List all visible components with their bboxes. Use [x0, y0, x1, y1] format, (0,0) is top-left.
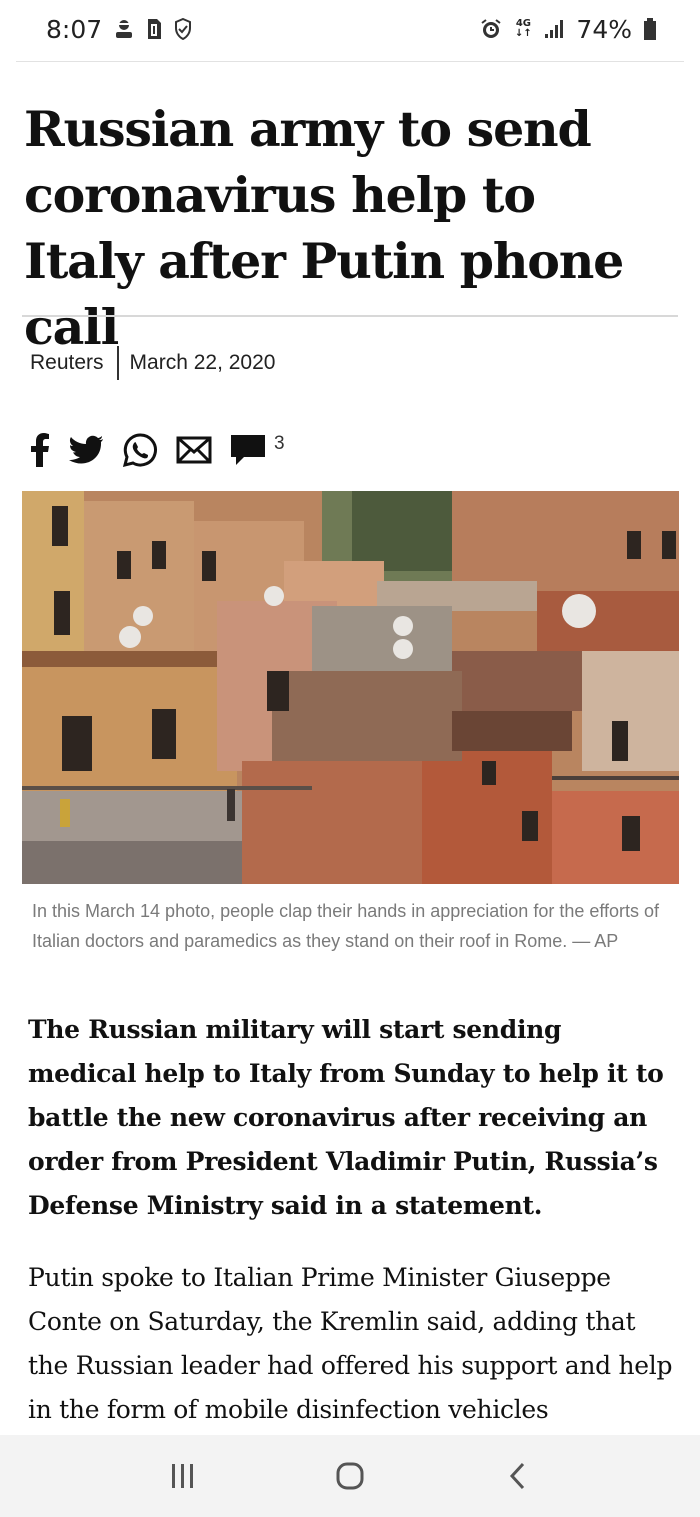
back-button[interactable] [487, 1446, 547, 1506]
system-nav-bar [0, 1435, 700, 1517]
recent-apps-button[interactable] [153, 1446, 213, 1506]
twitter-icon[interactable] [68, 435, 104, 465]
article-source[interactable]: Reuters [30, 351, 104, 375]
sim-card-icon [146, 18, 162, 40]
byline: Reuters March 22, 2020 [30, 346, 275, 380]
battery-percent: 74% [576, 14, 632, 44]
facebook-icon[interactable] [30, 433, 50, 467]
battery-icon [644, 18, 656, 40]
email-icon[interactable] [176, 436, 212, 464]
status-bar-divider [16, 61, 684, 62]
signal-icon [544, 19, 564, 39]
comment-icon[interactable] [230, 434, 266, 466]
article-date: March 22, 2020 [129, 351, 276, 374]
shield-check-icon [174, 18, 192, 40]
article-photo[interactable] [22, 491, 679, 884]
photo-caption: In this March 14 photo, people clap thei… [32, 901, 660, 951]
status-bar-right: 4G ↓↑ 74% [480, 15, 656, 44]
whatsapp-icon[interactable] [122, 432, 158, 468]
headline-divider [22, 315, 678, 317]
home-icon [336, 1462, 364, 1490]
article-body-paragraph: Putin spoke to Italian Prime Minister Gi… [28, 1263, 673, 1424]
home-button[interactable] [320, 1446, 380, 1506]
recent-apps-icon [172, 1464, 194, 1488]
network-4g-icon: 4G ↓↑ [515, 18, 532, 39]
status-bar: 8:07 4G ↓↑ 74% [0, 0, 700, 58]
rome-rooftops-photo [22, 491, 679, 884]
article-headline: Russian army to send coronavirus help to… [24, 100, 624, 356]
back-icon [509, 1462, 524, 1490]
alarm-icon [480, 18, 502, 40]
avatar-icon [114, 18, 134, 40]
comment-count[interactable]: 3 [274, 433, 285, 455]
article-lede: The Russian military will start sending … [28, 1015, 664, 1220]
network-label: 4G [515, 18, 531, 29]
share-bar: 3 [30, 432, 285, 468]
status-bar-left: 8:07 [46, 15, 192, 44]
clock: 8:07 [46, 14, 103, 44]
byline-separator [116, 346, 119, 380]
